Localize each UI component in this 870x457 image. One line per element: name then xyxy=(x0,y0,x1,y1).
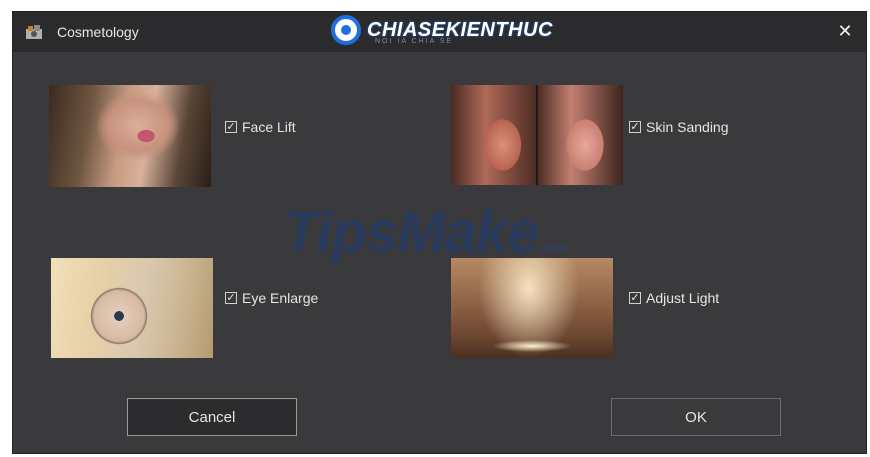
title-bar[interactable]: Cosmetology CHIASEKIENTHUC NOI IA CHIA S… xyxy=(13,12,866,52)
tipsmake-watermark: TipsMake .com xyxy=(283,199,568,266)
adjust-light-label: Adjust Light xyxy=(646,290,720,306)
eye-enlarge-thumbnail xyxy=(51,258,213,358)
face-lift-thumbnail xyxy=(49,85,211,187)
face-lift-label: Face Lift xyxy=(242,119,296,135)
face-lift-option[interactable]: ✓ Face Lift xyxy=(225,119,296,135)
watermark-suffix: .com xyxy=(540,240,567,255)
skin-sanding-thumbnail xyxy=(451,85,623,185)
adjust-light-thumbnail xyxy=(451,258,613,358)
adjust-light-option[interactable]: ✓ Adjust Light xyxy=(629,290,719,306)
cancel-button[interactable]: Cancel xyxy=(127,398,297,436)
watermark-logo-subtext: NOI IA CHIA SE xyxy=(375,38,454,45)
close-icon: ✕ xyxy=(837,21,853,41)
skin-sanding-option[interactable]: ✓ Skin Sanding xyxy=(629,119,729,135)
eye-enlarge-option[interactable]: ✓ Eye Enlarge xyxy=(225,290,318,306)
chiasekienthuc-watermark: CHIASEKIENTHUC NOI IA CHIA SE xyxy=(331,12,553,48)
eye-enlarge-checkbox[interactable]: ✓ xyxy=(225,292,237,304)
window-title: Cosmetology xyxy=(57,24,139,40)
ok-button[interactable]: OK xyxy=(611,398,781,436)
face-lift-checkbox[interactable]: ✓ xyxy=(225,121,237,133)
adjust-light-checkbox[interactable]: ✓ xyxy=(629,292,641,304)
app-icon xyxy=(26,25,42,39)
skin-sanding-checkbox[interactable]: ✓ xyxy=(629,121,641,133)
watermark-brand: TipsMake xyxy=(283,200,539,265)
skin-sanding-label: Skin Sanding xyxy=(646,119,729,135)
logo-icon xyxy=(331,15,361,45)
cosmetology-dialog: Cosmetology CHIASEKIENTHUC NOI IA CHIA S… xyxy=(12,11,867,454)
eye-enlarge-label: Eye Enlarge xyxy=(242,290,319,306)
close-button[interactable]: ✕ xyxy=(834,20,856,42)
